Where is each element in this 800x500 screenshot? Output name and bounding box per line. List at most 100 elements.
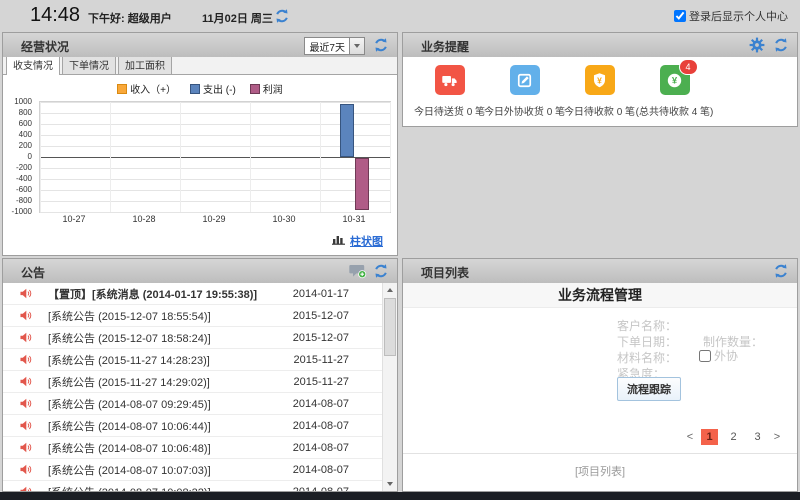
bar-10-31-s3: [355, 158, 369, 210]
truck-icon: [435, 65, 465, 95]
scrollbar-thumb[interactable]: [384, 298, 396, 356]
reminder-item[interactable]: 今日外协收货 0 笔: [487, 65, 562, 118]
chart-y-axis: 10008006004002000-200-400-600-800-1000: [3, 99, 36, 215]
scrollbar[interactable]: [382, 283, 397, 491]
status-tab-1[interactable]: 收支情况: [6, 57, 60, 75]
projects-body: 业务流程管理 客户名称： 下单日期： 制作数量： 材料名称： 外协 紧急度： 流…: [403, 283, 797, 491]
announcement-list: 【置顶】[系统消息 (2014-01-17 19:55:38)]2014-01-…: [3, 283, 383, 491]
dashboard: 14:48 下午好: 超级用户 11月02日 周三 登录后显示个人中心 经营状况…: [0, 0, 800, 500]
svg-text:¥: ¥: [672, 75, 678, 86]
panel-title: 项目列表: [421, 264, 469, 281]
page-1[interactable]: 1: [701, 429, 718, 445]
scroll-up-button[interactable]: [383, 283, 397, 297]
refresh-icon[interactable]: [373, 263, 389, 284]
chart-plot: [39, 101, 391, 213]
announcement-row[interactable]: [系统公告 (2014-08-07 10:06:44)]2014-08-07: [3, 415, 383, 437]
coin-yuan-icon: ¥4: [660, 65, 690, 95]
scroll-down-button[interactable]: [383, 477, 397, 491]
page-next[interactable]: >: [773, 429, 781, 445]
order-date-label: 下单日期：: [617, 333, 677, 350]
pagination: <123 >: [686, 429, 781, 445]
legend-item: 收入（+）: [117, 81, 176, 96]
announcement-row[interactable]: [系统公告 (2014-08-07 09:29:45)]2014-08-07: [3, 393, 383, 415]
announcement-row[interactable]: [系统公告 (2014-08-07 10:08:22)]2014-08-07: [3, 481, 383, 491]
process-track-button[interactable]: 流程跟踪: [617, 377, 681, 401]
project-list-panel: 项目列表 业务流程管理 客户名称： 下单日期： 制作数量： 材料名称： 外协 紧…: [402, 258, 798, 492]
chart-x-axis: 10-2710-2810-2910-3010-31: [39, 214, 389, 226]
page-3[interactable]: 3: [749, 429, 766, 445]
dropdown-arrow-icon: [349, 38, 364, 54]
badge: 4: [679, 59, 698, 75]
chart-type-switcher: 柱状图: [332, 232, 383, 250]
announcement-row[interactable]: [系统公告 (2015-12-07 18:58:24)]2015-12-07: [3, 327, 383, 349]
reminder-item[interactable]: ¥4(总共待收款 4 笔): [637, 65, 712, 118]
project-list-footer: [项目列表]: [403, 463, 797, 479]
announcement-speaker-icon: [19, 419, 32, 432]
refresh-icon[interactable]: [373, 37, 389, 58]
status-tabs: 收支情况下单情况加工面积: [3, 57, 397, 75]
personal-center-label: 登录后显示个人中心: [689, 8, 788, 24]
panel-title: 公告: [21, 264, 45, 281]
income-expense-chart: 10008006004002000-200-400-600-800-1000 1…: [3, 99, 397, 229]
bar-chart-icon: [332, 232, 346, 250]
panel-header: 业务提醒: [403, 33, 797, 58]
status-tab-3[interactable]: 加工面积: [118, 57, 172, 74]
reminder-item[interactable]: 今日待送货 0 笔: [412, 65, 487, 118]
business-status-body: 收支情况下单情况加工面积 收入（+） 支出 (-) 利润 1000800600400…: [3, 57, 397, 255]
personal-center-checkbox[interactable]: [674, 10, 686, 22]
status-tab-2[interactable]: 下单情况: [62, 57, 116, 74]
reminder-items: 今日待送货 0 笔今日外协收货 0 笔¥今日待收款 0 笔¥4(总共待收款 4 …: [412, 65, 712, 118]
bottom-strip: [0, 492, 800, 500]
add-comment-icon[interactable]: [349, 263, 367, 284]
legend-swatch-icon: [190, 84, 200, 94]
announcement-row[interactable]: [系统公告 (2014-08-07 10:06:48)]2014-08-07: [3, 437, 383, 459]
announcement-row[interactable]: 【置顶】[系统消息 (2014-01-17 19:55:38)]2014-01-…: [3, 283, 383, 305]
announcements-body: 【置顶】[系统消息 (2014-01-17 19:55:38)]2014-01-…: [3, 283, 397, 491]
legend-item: 支出 (-): [190, 81, 236, 96]
announcement-row[interactable]: [系统公告 (2015-12-07 18:55:54)]2015-12-07: [3, 305, 383, 327]
material-name-label: 材料名称：: [617, 349, 677, 366]
legend-item: 利润: [250, 81, 283, 96]
range-select-value: 最近7天: [305, 39, 349, 54]
personal-center-toggle[interactable]: 登录后显示个人中心: [674, 8, 788, 24]
panel-header: 项目列表: [403, 259, 797, 284]
edit-icon: [510, 65, 540, 95]
refresh-icon[interactable]: [773, 263, 789, 284]
topbar: 14:48 下午好: 超级用户 11月02日 周三 登录后显示个人中心: [0, 0, 800, 32]
announcement-row[interactable]: [系统公告 (2015-11-27 14:29:02)]2015-11-27: [3, 371, 383, 393]
announcement-speaker-icon: [19, 397, 32, 410]
legend-swatch-icon: [117, 84, 127, 94]
outsource-checkbox[interactable]: [699, 350, 711, 362]
announcement-speaker-icon: [19, 375, 32, 388]
reminders-body: 今日待送货 0 笔今日外协收货 0 笔¥今日待收款 0 笔¥4(总共待收款 4 …: [403, 57, 797, 126]
business-status-panel: 经营状况 最近7天 收支情况下单情况加工面积 收入（+） 支出 (-) 利润 100…: [2, 32, 398, 256]
svg-text:¥: ¥: [597, 75, 602, 85]
announcement-row[interactable]: [系统公告 (2015-11-27 14:28:23)]2015-11-27: [3, 349, 383, 371]
refresh-icon[interactable]: [274, 8, 290, 29]
announcement-speaker-icon: [19, 287, 32, 300]
outsource-checkbox-field[interactable]: 外协: [699, 347, 738, 364]
legend-swatch-icon: [250, 84, 260, 94]
panel-title: 业务提醒: [421, 38, 469, 55]
page-prev[interactable]: <: [686, 429, 694, 445]
refresh-icon[interactable]: [773, 37, 789, 58]
shield-yuan-icon: ¥: [585, 65, 615, 95]
customer-name-label: 客户名称：: [617, 317, 677, 334]
panel-header: 经营状况 最近7天: [3, 33, 397, 58]
announcement-speaker-icon: [19, 353, 32, 366]
settings-gear-icon[interactable]: [749, 37, 765, 58]
workflow-heading: 业务流程管理: [403, 283, 797, 308]
panel-header: 公告: [3, 259, 397, 284]
range-select[interactable]: 最近7天: [304, 37, 365, 55]
announcement-row[interactable]: [系统公告 (2014-08-07 10:07:03)]2014-08-07: [3, 459, 383, 481]
greeting-text: 下午好: 超级用户: [88, 10, 172, 26]
zero-axis: [40, 157, 390, 158]
reminder-item[interactable]: ¥今日待收款 0 笔: [562, 65, 637, 118]
bar-chart-link[interactable]: 柱状图: [350, 233, 383, 249]
announcement-speaker-icon: [19, 463, 32, 476]
date-text: 11月02日 周三: [202, 10, 273, 26]
announcement-speaker-icon: [19, 331, 32, 344]
announcements-panel: 公告 【置顶】[系统消息 (2014-01-17 19:55:38)]2014-…: [2, 258, 398, 492]
announcement-speaker-icon: [19, 309, 32, 322]
page-2[interactable]: 2: [725, 429, 742, 445]
